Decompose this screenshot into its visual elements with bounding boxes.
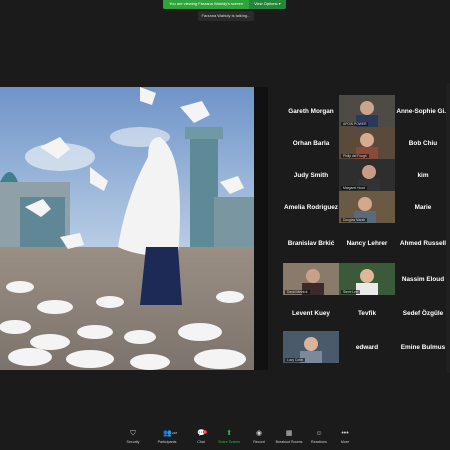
participant-tile[interactable]: kim [395, 159, 450, 191]
participant-name: Nancy Lehrer [346, 239, 388, 247]
share-banner-message: You are viewing Farzana Wahidy's screen [163, 0, 250, 9]
breakout-rooms-icon: ▦ [285, 430, 293, 437]
participant-video-tile[interactable]: Philip del Fough [339, 127, 395, 159]
smiley-icon: ☺ [315, 430, 323, 437]
participant-nameplate: Steve Lee [341, 290, 360, 294]
more-icon: ••• [341, 430, 349, 437]
participant-video-tile[interactable]: Steve Lee [339, 263, 395, 295]
participant-name: kim [417, 171, 429, 179]
participant-name: Ahmed Russell [399, 239, 447, 247]
participant-name: Anne-Sophie Gi... [396, 107, 450, 115]
security-button[interactable]: ⛉ Security [116, 430, 150, 444]
participant-tile[interactable]: Nancy Lehrer [339, 227, 395, 259]
shared-screen-view [0, 87, 268, 370]
participant-video-tile[interactable]: David Melnick [283, 263, 339, 295]
record-icon: ◉ [255, 430, 263, 437]
active-speaker-indicator: Farzana Wahidy is talking... [198, 11, 254, 21]
participant-tile[interactable]: Levent Kuey [283, 297, 339, 329]
participant-nameplate: Margaret Hood [341, 186, 367, 190]
participant-tile[interactable]: Sedef Özgüle [395, 297, 450, 329]
participant-tile[interactable]: Emine Bulmus [395, 331, 450, 363]
participant-nameplate: Philip del Fough [341, 154, 369, 158]
participant-nameplate: Lucy Cobb [285, 358, 305, 362]
screen-share-banner: You are viewing Farzana Wahidy's screen … [163, 0, 286, 9]
participant-name: Tevfik [358, 309, 376, 317]
participant-name: Amelia Rodriguez [284, 203, 338, 211]
participant-tile[interactable]: edward [339, 331, 395, 363]
participant-tile[interactable]: Branislav Brkić [283, 227, 339, 259]
participants-count: 248 [172, 431, 178, 435]
participant-name: Nassim Eloud [401, 275, 445, 283]
participant-tile[interactable]: Orhan Barla [283, 127, 339, 159]
participant-name: Gareth Morgan [288, 107, 334, 115]
share-scrollbar[interactable] [254, 87, 268, 370]
participant-nameplate: Douglas Marsh [341, 218, 368, 222]
more-button[interactable]: ••• More [328, 430, 362, 444]
record-button[interactable]: ◉ Record [242, 430, 276, 444]
share-screen-button[interactable]: ⬆ Share Screen [212, 430, 246, 444]
participant-name: Branislav Brkić [287, 239, 335, 247]
participants-icon: 👥 [163, 430, 172, 437]
share-screen-icon: ⬆ [226, 430, 232, 437]
participant-name: Emine Bulmus [400, 343, 446, 351]
breakout-rooms-button[interactable]: ▦ Breakout Rooms [272, 430, 306, 444]
shared-photo [0, 87, 254, 370]
participant-tile[interactable]: Anne-Sophie Gi... [395, 95, 450, 127]
participant-name: Bob Chiu [408, 139, 438, 147]
participant-name: edward [355, 343, 379, 351]
participant-tile[interactable]: Judy Smith [283, 159, 339, 191]
participant-tile[interactable]: Marie [395, 191, 450, 223]
participant-tile[interactable]: Tevfik [339, 297, 395, 329]
participant-tile[interactable]: Amelia Rodriguez [283, 191, 339, 223]
view-options-button[interactable]: View Options ▾ [249, 0, 286, 9]
gallery-scrollbar[interactable] [446, 83, 450, 373]
participant-video-tile[interactable]: Lucy Cobb [283, 331, 339, 363]
shield-icon: ⛉ [130, 430, 136, 437]
participant-tile[interactable]: Nassim Eloud [395, 263, 450, 295]
participant-video-tile[interactable]: Margaret Hood [339, 159, 395, 191]
participant-nameplate: APOW POWER [341, 122, 369, 126]
participant-name: Judy Smith [293, 171, 329, 179]
participant-nameplate: David Melnick [285, 290, 310, 294]
participants-button[interactable]: 👥 Participants 248 [150, 430, 184, 444]
participant-tile[interactable]: Bob Chiu [395, 127, 450, 159]
participant-name: Sedef Özgüle [402, 309, 444, 317]
participant-tile[interactable]: Gareth Morgan [283, 95, 339, 127]
participant-video-tile[interactable]: Douglas Marsh [339, 191, 395, 223]
participant-name: Levent Kuey [291, 309, 330, 317]
participant-name: Orhan Barla [292, 139, 330, 147]
chat-unread-badge: 3 [203, 430, 207, 434]
participant-video-tile[interactable]: APOW POWER [339, 95, 395, 127]
meeting-toolbar: ⛉ Security 👥 Participants 248 💬 Chat 3 ⬆… [0, 428, 450, 450]
participant-name: Marie [414, 203, 432, 211]
participant-tile[interactable]: Ahmed Russell [395, 227, 450, 259]
